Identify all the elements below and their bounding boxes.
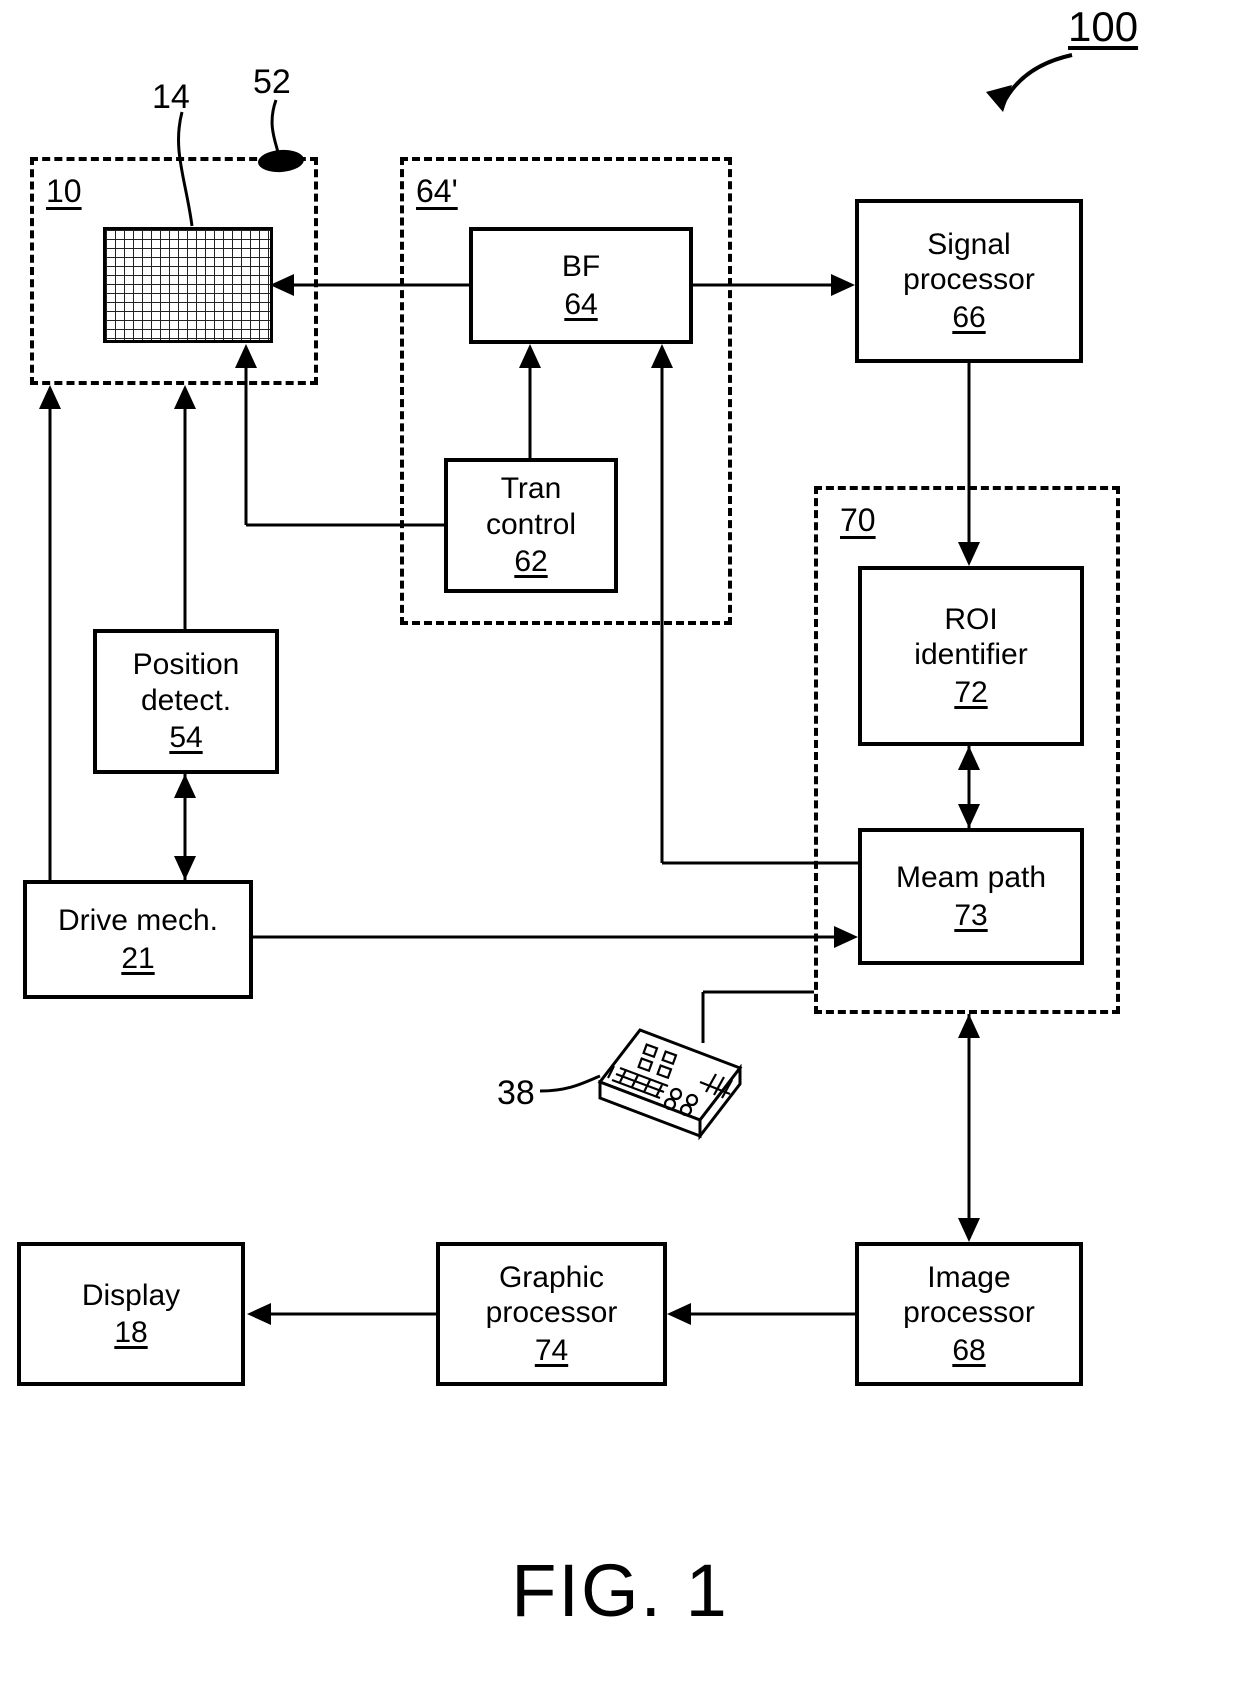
position-detect-number: 54 xyxy=(169,721,203,755)
signal-processor-block[interactable]: Signal processor 66 xyxy=(855,199,1083,363)
graphic-processor-line1: Graphic xyxy=(498,1260,605,1294)
figure-caption: FIG. 1 xyxy=(511,1549,729,1632)
signal-processor-number: 66 xyxy=(952,300,986,334)
roi-identifier-line1: ROI xyxy=(944,602,998,636)
array-callout-label: 14 xyxy=(152,78,190,116)
meam-path-line1: Meam path xyxy=(895,861,1047,895)
meam-path-number: 73 xyxy=(954,898,988,932)
position-detect-block[interactable]: Position detect. 54 xyxy=(93,629,279,774)
image-processor-line2: processor xyxy=(903,1296,1035,1330)
position-detect-line2: detect. xyxy=(140,683,232,717)
tran-control-line1: Tran xyxy=(500,472,562,506)
display-block[interactable]: Display 18 xyxy=(17,1242,245,1386)
image-processor-number: 68 xyxy=(952,1333,986,1367)
graphic-processor-line2: processor xyxy=(485,1296,618,1330)
roi-group-label: 70 xyxy=(840,502,876,538)
roi-identifier-number: 72 xyxy=(954,675,988,709)
image-processor-block[interactable]: Image processor 68 xyxy=(855,1242,1083,1386)
patent-figure: 100 10 64' 70 14 52 BF 64 Tran control 6… xyxy=(0,0,1240,1703)
system-reference-label: 100 xyxy=(1068,3,1139,50)
drive-mech-block[interactable]: Drive mech. 21 xyxy=(23,880,253,999)
console-callout-label: 38 xyxy=(497,1074,535,1112)
signal-processor-line2: processor xyxy=(903,263,1035,297)
bf-block-number: 64 xyxy=(564,287,598,321)
display-number: 18 xyxy=(114,1316,148,1349)
tran-control-block[interactable]: Tran control 62 xyxy=(444,458,618,593)
roi-identifier-block[interactable]: ROI identifier 72 xyxy=(858,566,1084,746)
position-detect-line1: Position xyxy=(132,648,240,682)
image-processor-line1: Image xyxy=(927,1260,1011,1294)
graphic-processor-number: 74 xyxy=(534,1333,569,1367)
beamformer-group-label: 64' xyxy=(416,173,458,209)
graphic-processor-block[interactable]: Graphic processor 74 xyxy=(436,1242,667,1386)
bf-block[interactable]: BF 64 xyxy=(469,227,693,344)
meam-path-block[interactable]: Meam path 73 xyxy=(858,828,1084,965)
drive-mech-line1: Drive mech. xyxy=(57,904,219,938)
probe-group-label: 10 xyxy=(46,173,82,209)
display-line1: Display xyxy=(81,1278,181,1312)
roi-identifier-line2: identifier xyxy=(914,638,1028,672)
tran-control-number: 62 xyxy=(514,545,548,579)
keyboard-console-icon xyxy=(597,1028,743,1141)
drive-mech-number: 21 xyxy=(121,941,155,975)
tran-control-line2: control xyxy=(485,507,577,541)
marker-callout-label: 52 xyxy=(253,63,291,101)
signal-processor-line1: Signal xyxy=(927,227,1011,261)
transducer-array-icon xyxy=(103,227,273,343)
bf-block-line1: BF xyxy=(561,250,601,284)
